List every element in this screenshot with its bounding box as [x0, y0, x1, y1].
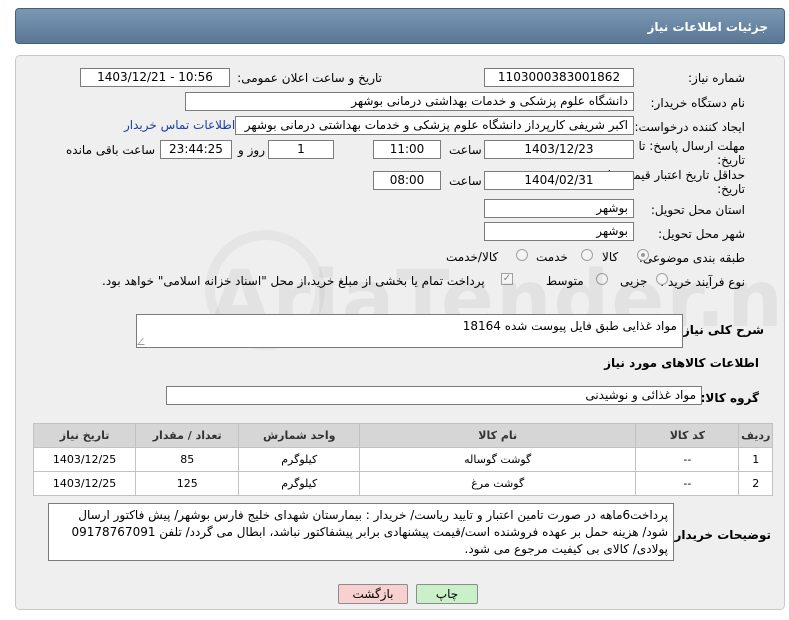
col-qty-header: تعداد / مقدار — [135, 423, 240, 448]
print-button[interactable]: چاپ — [416, 584, 478, 604]
remaining-time-field: 23:44:25 — [160, 140, 232, 159]
creator-field: اکبر شریفی کارپرداز دانشگاه علوم پزشکی و… — [235, 116, 634, 135]
province-label: استان محل تحویل: — [650, 203, 745, 217]
deadline-time-field: 11:00 — [373, 140, 441, 159]
row-code: -- — [635, 447, 740, 472]
buyer-notes-label: توضیحات خریدار: — [669, 528, 771, 542]
validity-label-date: تاریخ: — [717, 182, 745, 196]
row-unit: کیلوگرم — [238, 447, 361, 472]
buyer-contact-link[interactable]: اطلاعات تماس خریدار — [124, 118, 235, 132]
buyer-org-label: نام دستگاه خریدار: — [650, 96, 746, 110]
table-row: 1 -- گوشت گوساله کیلوگرم 85 1403/12/25 — [32, 447, 773, 472]
row-qty: 125 — [135, 471, 240, 496]
validity-date-field: 1404/02/31 — [484, 171, 634, 190]
col-date-header: تاریخ نیاز — [32, 423, 137, 448]
col-name-header: نام کالا — [359, 423, 637, 448]
buyer-notes-field: پرداخت6ماهه در صورت تامین اعتبار و تایید… — [48, 503, 674, 561]
city-label: شهر محل تحویل: — [658, 227, 745, 241]
table-header-row: ردیف کد کالا نام کالا واحد شمارش تعداد /… — [32, 423, 773, 448]
city-field: بوشهر — [484, 222, 634, 241]
row-name: گوشت مرغ — [359, 471, 637, 496]
row-date: 1403/12/25 — [32, 447, 137, 472]
deadline-time-label: ساعت — [449, 143, 482, 157]
summary-text: مواد غذایی طبق فایل پیوست شده 18164 — [462, 319, 677, 333]
deadline-label: مهلت ارسال پاسخ: تا — [638, 139, 745, 153]
remaining-label: ساعت باقی مانده — [66, 143, 156, 157]
days-remaining-field: 1 — [268, 140, 334, 159]
goods-group-label: گروه کالا: — [700, 391, 759, 405]
validity-time-field: 08:00 — [373, 171, 441, 190]
buyer-notes-text: پرداخت6ماهه در صورت تامین اعتبار و تایید… — [71, 508, 668, 556]
row-qty: 85 — [135, 447, 240, 472]
col-index-header: ردیف — [738, 423, 773, 448]
row-unit: کیلوگرم — [238, 471, 361, 496]
row-code: -- — [635, 471, 740, 496]
creator-label: ایجاد کننده درخواست: — [634, 120, 745, 134]
page-title: جزئیات اطلاعات نیاز — [647, 20, 768, 34]
goods-info-title: اطلاعات کالاهای مورد نیاز — [604, 356, 759, 370]
table-row: 2 -- گوشت مرغ کیلوگرم 125 1403/12/25 — [32, 471, 773, 496]
row-date: 1403/12/25 — [32, 471, 137, 496]
resize-grip-icon[interactable] — [137, 338, 150, 345]
deadline-label-date: تاریخ: — [717, 153, 745, 167]
days-label: روز و — [238, 143, 265, 157]
col-unit-header: واحد شمارش — [238, 423, 361, 448]
announce-date-label: تاریخ و ساعت اعلان عمومی: — [237, 71, 382, 85]
goods-table: ردیف کد کالا نام کالا واحد شمارش تعداد /… — [32, 423, 773, 496]
page-header: جزئیات اطلاعات نیاز — [15, 8, 785, 44]
row-name: گوشت گوساله — [359, 447, 637, 472]
validity-time-label: ساعت — [449, 174, 482, 188]
province-field: بوشهر — [484, 199, 634, 218]
need-details-page: جزئیات اطلاعات نیاز شماره نیاز: 11030003… — [0, 0, 789, 620]
back-button[interactable]: بازگشت — [338, 584, 408, 604]
summary-field: مواد غذایی طبق فایل پیوست شده 18164 — [136, 314, 683, 348]
deadline-date-field: 1403/12/23 — [484, 140, 634, 159]
row-index: 1 — [738, 447, 773, 472]
row-index: 2 — [738, 471, 773, 496]
goods-group-field: مواد غذائی و نوشیدنی — [166, 386, 702, 405]
need-number-field: 1103000383001862 — [484, 68, 634, 87]
buyer-org-field: دانشگاه علوم پزشکی و خدمات بهداشتی درمان… — [185, 92, 634, 111]
col-code-header: کد کالا — [635, 423, 740, 448]
summary-label: شرح کلی نیاز: — [678, 323, 764, 337]
announce-date-field: 1403/12/21 - 10:56 — [80, 68, 230, 87]
need-number-label: شماره نیاز: — [688, 71, 745, 85]
